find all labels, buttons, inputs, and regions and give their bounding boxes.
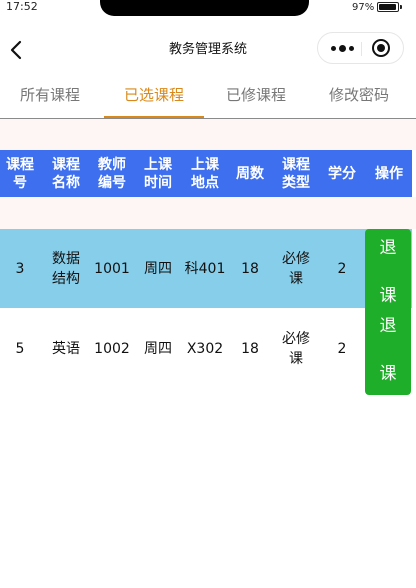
drop-button-label-bottom: 课 <box>379 286 397 306</box>
cell-teacher-no: 1001 <box>94 260 130 277</box>
cell-course-type: 必修 课 <box>282 250 310 287</box>
cell-course-no: 3 <box>15 260 25 277</box>
drop-button-label-bottom: 课 <box>379 364 397 384</box>
cell-weeks: 18 <box>241 340 259 357</box>
drop-button-label-top: 退 <box>379 238 397 258</box>
drop-course-button[interactable]: 退 课 <box>365 229 411 317</box>
cell-class-time: 周四 <box>144 340 172 357</box>
tab-all-courses[interactable]: 所有课程 <box>0 80 100 118</box>
header-action: 操作 <box>375 165 403 182</box>
battery-fill <box>379 4 397 10</box>
capsule-divider <box>361 42 362 56</box>
cell-class-location: X302 <box>186 340 224 357</box>
cell-weeks: 18 <box>241 260 259 277</box>
page-title: 教务管理系统 <box>168 42 247 57</box>
header-spacer <box>0 197 416 229</box>
cell-teacher-no: 1002 <box>94 340 130 357</box>
nav-bar: 教务管理系统 <box>0 30 416 70</box>
header-course-no: 课程 号 <box>6 156 34 191</box>
battery-icon <box>377 2 399 12</box>
tab-selected-courses[interactable]: 已选课程 <box>104 80 204 118</box>
miniprogram-capsule <box>317 32 404 64</box>
table-row: 5 英语 1002 周四 X302 18 必修 课 2 <box>0 309 412 388</box>
battery-tip <box>400 5 402 9</box>
header-course-name: 课程 名称 <box>52 156 80 191</box>
more-dot <box>338 44 346 52</box>
course-table-area: 课程 号 课程 名称 教师 编号 上课 时间 上课 地点 周数 课程 类型 学分… <box>0 119 416 588</box>
tab-bar: 所有课程 已选课程 已修课程 修改密码 <box>0 80 416 119</box>
camera-notch <box>100 0 309 16</box>
header-class-time: 上课 时间 <box>144 156 172 191</box>
header-credit: 学分 <box>328 165 356 182</box>
drop-button-label-top: 退 <box>379 316 397 336</box>
header-class-location: 上课 地点 <box>191 156 219 191</box>
more-icon[interactable] <box>324 33 360 63</box>
more-dot <box>348 45 354 51</box>
tab-completed-courses[interactable]: 已修课程 <box>206 80 306 118</box>
cell-class-location: 科401 <box>184 260 226 277</box>
more-dot <box>330 45 336 51</box>
cell-course-type: 必修 课 <box>282 330 310 367</box>
cell-credit: 2 <box>337 260 347 277</box>
status-time: 17:52 <box>6 0 38 13</box>
table-header: 课程 号 课程 名称 教师 编号 上课 时间 上课 地点 周数 课程 类型 学分… <box>0 150 412 197</box>
cell-course-name: 英语 <box>52 340 80 357</box>
table-row: 3 数据 结构 1001 周四 科401 18 必修 课 2 <box>0 229 412 308</box>
cell-course-name: 数据 结构 <box>52 250 80 287</box>
drop-course-button[interactable]: 退 课 <box>365 307 411 395</box>
cell-class-time: 周四 <box>144 260 172 277</box>
header-course-type: 课程 类型 <box>282 156 310 191</box>
header-weeks: 周数 <box>236 165 264 182</box>
back-arrow-icon[interactable] <box>6 38 30 62</box>
header-teacher-no: 教师 编号 <box>98 156 126 191</box>
status-bar: 17:52 97% <box>0 0 416 20</box>
cell-credit: 2 <box>337 340 347 357</box>
tab-change-password[interactable]: 修改密码 <box>309 80 409 118</box>
battery-percentage: 97% <box>352 2 375 13</box>
close-miniprogram-icon[interactable] <box>372 39 390 57</box>
cell-course-no: 5 <box>15 340 25 357</box>
top-spacer <box>0 119 416 150</box>
